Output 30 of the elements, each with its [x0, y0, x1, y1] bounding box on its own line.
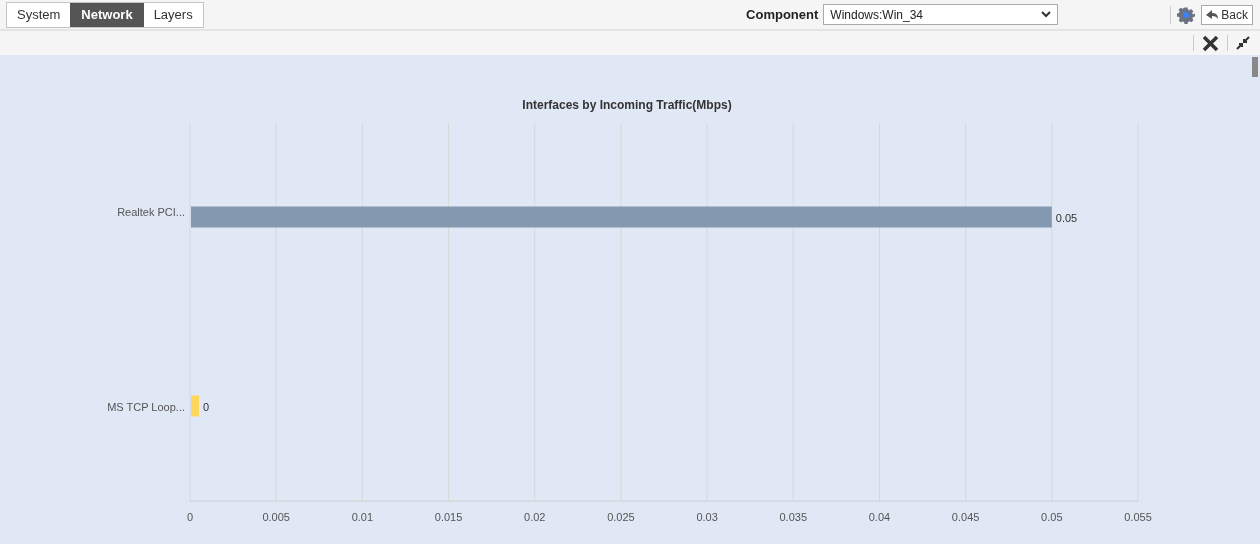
axis-tick-label: 0.015 — [434, 511, 463, 523]
category-label: MS TCP Loop... — [107, 400, 185, 413]
axis-tick-label: 0.025 — [607, 511, 635, 523]
data-label: 0.05 — [1055, 211, 1078, 224]
axis-tick-label: 0.05 — [1041, 511, 1063, 523]
axis-tick-label: 0 — [186, 511, 194, 523]
axis-tick-label: 0.01 — [351, 511, 374, 523]
chart-title: Interfaces by Incoming Traffic(Mbps) — [522, 98, 732, 112]
axis-tick-label: 0.035 — [779, 511, 808, 523]
settings-icon[interactable] — [1177, 5, 1196, 24]
axis-tick-label: 0.03 — [696, 511, 718, 523]
chevron-icon — [1041, 11, 1052, 18]
data-label: 0 — [203, 400, 210, 413]
back-button[interactable]: Back — [1201, 4, 1253, 25]
axis-tick-label: 0.055 — [1124, 511, 1152, 523]
collapse-icon[interactable] — [1236, 36, 1250, 50]
category-label: Realtek PCI... — [117, 205, 185, 218]
tools-icon[interactable] — [1202, 34, 1219, 52]
axis-tick-label: 0.02 — [524, 511, 546, 523]
back-arrow-icon — [1206, 9, 1219, 20]
component-dropdown[interactable]: Windows:Win_34 — [823, 4, 1059, 25]
scrollbar[interactable] — [1252, 57, 1258, 77]
tab[interactable]: System — [7, 2, 71, 27]
tab[interactable]: Network — [70, 2, 144, 27]
component-label: Component — [746, 5, 819, 24]
bar — [191, 395, 199, 417]
axis-tick-label: 0.04 — [868, 511, 891, 523]
axis-tick-label: 0.045 — [951, 511, 980, 523]
axis-tick-label: 0.005 — [262, 511, 290, 523]
tab[interactable]: Layers — [143, 2, 203, 27]
